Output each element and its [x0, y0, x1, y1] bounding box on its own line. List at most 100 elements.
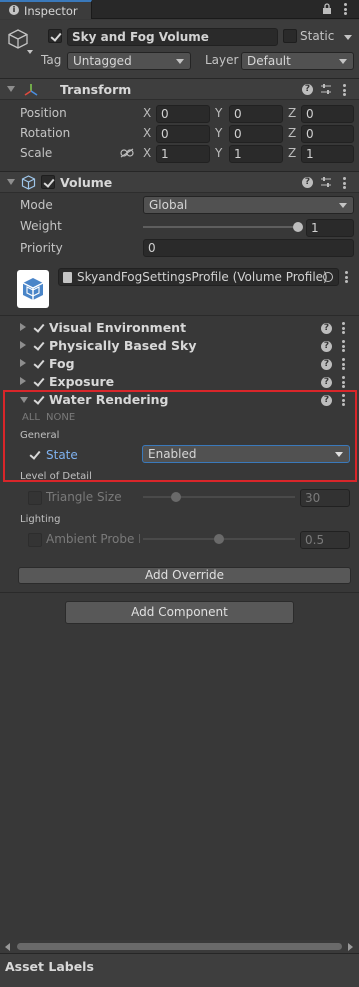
rotation-z-field[interactable]: 0: [301, 125, 354, 143]
triangle-size-slider-track[interactable]: [143, 496, 295, 498]
override-menu-icon[interactable]: [342, 358, 345, 372]
override-fog[interactable]: Fog ?: [0, 355, 359, 373]
override-physically-based-sky[interactable]: Physically Based Sky ?: [0, 337, 359, 355]
tag-label: Tag: [41, 53, 62, 67]
gameobject-name-field[interactable]: Sky and Fog Volume: [67, 28, 278, 46]
static-label: Static: [300, 29, 335, 43]
foldout-collapsed-icon[interactable]: [20, 377, 26, 385]
ambient-probe-label: Ambient Probe D: [46, 532, 140, 546]
override-enabled-checkbox[interactable]: [32, 375, 46, 389]
triangle-size-override-checkbox[interactable]: [28, 491, 42, 505]
component-menu-icon[interactable]: [343, 177, 346, 191]
help-icon[interactable]: ?: [321, 395, 332, 406]
tab-menu-icon[interactable]: [344, 3, 347, 17]
volume-component-icon: [21, 175, 36, 193]
scale-x-field[interactable]: 1: [156, 145, 210, 163]
foldout-collapsed-icon[interactable]: [20, 341, 26, 349]
preset-sliders-icon[interactable]: [320, 83, 332, 98]
override-exposure[interactable]: Exposure ?: [0, 373, 359, 391]
volume-profile-field[interactable]: SkyandFogSettingsProfile (Volume Profile…: [58, 268, 339, 286]
component-menu-icon[interactable]: [343, 84, 346, 98]
weight-field[interactable]: 1: [306, 219, 354, 237]
state-dropdown[interactable]: Enabled: [142, 445, 350, 463]
preset-sliders-icon[interactable]: [320, 176, 332, 191]
override-enabled-checkbox[interactable]: [32, 357, 46, 371]
state-label: State: [46, 448, 78, 462]
tab-bar: i Inspector: [0, 0, 359, 19]
axis-y-label: Y: [215, 146, 223, 160]
help-icon[interactable]: ?: [321, 323, 332, 334]
foldout-collapsed-icon[interactable]: [20, 359, 26, 367]
weight-slider-handle[interactable]: [293, 222, 303, 232]
static-checkbox[interactable]: [283, 29, 297, 43]
override-menu-icon[interactable]: [342, 394, 345, 408]
override-menu-icon[interactable]: [342, 340, 345, 354]
horizontal-scrollbar[interactable]: [0, 940, 359, 953]
scale-y-field[interactable]: 1: [229, 145, 283, 163]
help-icon[interactable]: ?: [302, 84, 313, 95]
transform-row-scale: Scale X 1 Y 1 Z 1: [0, 142, 359, 163]
override-enabled-checkbox[interactable]: [32, 393, 46, 407]
asset-labels-bar[interactable]: Asset Labels: [0, 953, 359, 987]
rotation-y-field[interactable]: 0: [229, 125, 283, 143]
scrollbar-thumb[interactable]: [17, 943, 342, 950]
foldout-expanded-icon[interactable]: [20, 397, 28, 403]
transform-body: Position X 0 Y 0 Z 0 Rotation X 0 Y 0 Z …: [0, 100, 359, 166]
constrain-proportions-link-icon[interactable]: [120, 147, 134, 161]
axis-x-label: X: [143, 106, 152, 120]
lock-icon[interactable]: [322, 3, 332, 15]
layer-dropdown[interactable]: Default: [241, 52, 354, 70]
override-enabled-checkbox[interactable]: [32, 339, 46, 353]
priority-field[interactable]: 0: [143, 239, 354, 257]
volume-enabled-checkbox[interactable]: [41, 175, 55, 189]
static-dropdown-arrow-icon[interactable]: [344, 35, 352, 40]
foldout-collapsed-icon[interactable]: [20, 323, 26, 331]
add-override-button[interactable]: Add Override: [18, 567, 351, 584]
state-override-checkbox[interactable]: [28, 448, 42, 462]
gameobject-active-checkbox[interactable]: [48, 29, 62, 43]
position-y-field[interactable]: 0: [229, 105, 283, 123]
scroll-right-arrow-icon[interactable]: [348, 943, 353, 951]
position-x-field[interactable]: 0: [156, 105, 210, 123]
chevron-down-icon: [335, 452, 343, 457]
help-icon[interactable]: ?: [321, 359, 332, 370]
weight-slider-track[interactable]: [143, 226, 298, 228]
volume-header[interactable]: Volume ?: [0, 171, 359, 193]
triangle-size-field[interactable]: 30: [300, 489, 350, 507]
override-label: Fog: [49, 356, 75, 371]
object-picker-icon[interactable]: [323, 272, 333, 282]
add-component-button[interactable]: Add Component: [65, 601, 294, 624]
override-visual-environment[interactable]: Visual Environment ?: [0, 319, 359, 337]
icon-dropdown-arrow-icon[interactable]: [27, 50, 33, 54]
tab-inspector[interactable]: i Inspector: [0, 0, 92, 19]
help-icon[interactable]: ?: [321, 377, 332, 388]
transform-row-rotation: Rotation X 0 Y 0 Z 0: [0, 122, 359, 143]
select-none-link[interactable]: NONE: [46, 412, 75, 423]
layer-value: Default: [247, 54, 291, 68]
override-menu-icon[interactable]: [342, 322, 345, 336]
help-icon[interactable]: ?: [302, 177, 313, 188]
tag-dropdown[interactable]: Untagged: [67, 52, 191, 70]
scale-z-field[interactable]: 1: [301, 145, 354, 163]
volume-profile-value: SkyandFogSettingsProfile (Volume Profile…: [77, 270, 328, 284]
transform-header[interactable]: Transform ?: [0, 78, 359, 100]
profile-menu-icon[interactable]: [345, 271, 348, 285]
gameobject-header: Sky and Fog Volume Static Tag Untagged L…: [0, 20, 359, 78]
rotation-x-field[interactable]: 0: [156, 125, 210, 143]
triangle-size-slider-handle[interactable]: [171, 492, 182, 502]
override-enabled-checkbox[interactable]: [32, 321, 46, 335]
position-z-field[interactable]: 0: [301, 105, 354, 123]
select-all-link[interactable]: ALL: [22, 412, 40, 423]
override-water-rendering[interactable]: Water Rendering ?: [0, 391, 359, 409]
ambient-probe-slider-handle[interactable]: [214, 534, 224, 544]
scroll-left-arrow-icon[interactable]: [5, 943, 10, 951]
override-menu-icon[interactable]: [342, 376, 345, 390]
help-icon[interactable]: ?: [321, 341, 332, 352]
ambient-probe-field[interactable]: 0.5: [300, 531, 350, 549]
foldout-expanded-icon[interactable]: [7, 179, 15, 185]
mode-dropdown[interactable]: Global: [143, 196, 354, 214]
ambient-probe-override-checkbox[interactable]: [28, 533, 42, 547]
tab-label: Inspector: [24, 4, 78, 18]
foldout-expanded-icon[interactable]: [7, 86, 15, 92]
axis-z-label: Z: [288, 106, 297, 120]
